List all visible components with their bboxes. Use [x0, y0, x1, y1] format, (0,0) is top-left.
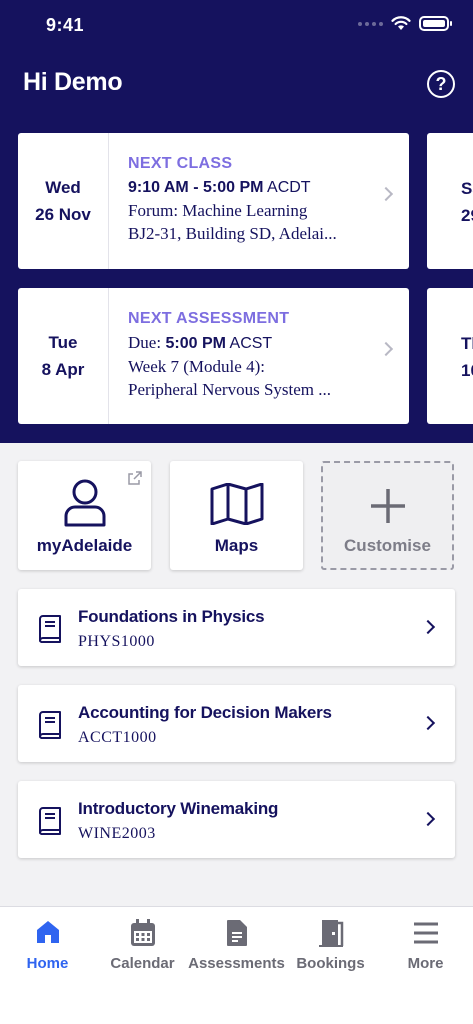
greeting-title: Hi Demo	[23, 68, 123, 96]
course-card[interactable]: Accounting for Decision Makers ACCT1000	[18, 685, 455, 762]
next-class-title: Forum: Machine Learning	[128, 201, 308, 220]
status-time: 9:41	[46, 15, 85, 35]
tab-bar: Home Calendar Assessments Bookings More	[0, 906, 473, 1024]
next-class-kind: NEXT CLASS	[128, 155, 233, 172]
next-assessment-peek-card[interactable]: Th 10 A	[427, 288, 473, 424]
next-assessment-subtitle: Peripheral Nervous System ...	[128, 380, 332, 399]
next-assessment-time: 5:00 PM	[165, 335, 226, 352]
peek-day: Th	[461, 334, 473, 353]
tab-label: More	[407, 955, 444, 972]
course-title: Foundations in Physics	[78, 607, 265, 626]
next-class-day: Wed	[45, 178, 81, 197]
book-icon	[39, 615, 61, 643]
course-code: ACCT1000	[78, 729, 157, 746]
tab-calendar[interactable]: Calendar	[95, 907, 190, 987]
signal-icon	[358, 21, 383, 26]
next-class-timezone: ACDT	[267, 179, 311, 196]
help-icon[interactable]: ?	[427, 70, 455, 98]
door-icon	[318, 920, 343, 947]
course-code: WINE2003	[78, 825, 156, 842]
next-assessment-title: Week 7 (Module 4):	[128, 357, 265, 376]
menu-icon	[413, 922, 438, 944]
tile-label: Maps	[214, 536, 259, 555]
peek-day: Sa	[461, 179, 473, 198]
home-icon	[36, 921, 59, 943]
tile-label: Customise	[344, 536, 431, 555]
plus-icon	[371, 489, 405, 523]
next-assessment-day: Tue	[48, 333, 78, 352]
book-icon	[39, 807, 61, 835]
next-assessment-info: NEXT ASSESSMENT Due: 5:00 PM ACST Week 7…	[109, 288, 409, 424]
calendar-icon	[130, 919, 155, 946]
next-class-location: BJ2-31, Building SD, Adelai...	[128, 224, 337, 243]
chevron-right-icon	[420, 811, 436, 827]
due-label: Due:	[128, 333, 162, 352]
tab-bookings[interactable]: Bookings	[283, 907, 378, 987]
next-assessment-date-text: 8 Apr	[41, 360, 85, 379]
customise-tile[interactable]: Customise	[321, 461, 454, 570]
maps-tile[interactable]: Maps	[170, 461, 303, 570]
tab-assessments[interactable]: Assessments	[188, 907, 285, 987]
course-card[interactable]: Introductory Winemaking WINE2003	[18, 781, 455, 858]
course-code: PHYS1000	[78, 633, 155, 650]
next-class-time-line: 9:10 AM - 5:00 PM ACDT	[128, 177, 409, 199]
tab-home[interactable]: Home	[0, 907, 95, 987]
next-class-date-text: 26 Nov	[35, 205, 91, 224]
next-class-info: NEXT CLASS 9:10 AM - 5:00 PM ACDT Forum:…	[109, 133, 409, 269]
status-bar: 9:41	[0, 0, 473, 50]
person-icon	[64, 479, 106, 527]
course-card[interactable]: Foundations in Physics PHYS1000	[18, 589, 455, 666]
course-title: Introductory Winemaking	[78, 799, 279, 818]
peek-date: 29 I	[461, 206, 473, 225]
next-assessment-timezone: ACST	[229, 335, 273, 352]
next-assessment-kind: NEXT ASSESSMENT	[128, 310, 290, 327]
next-class-date: Wed 26 Nov	[18, 133, 109, 269]
tile-label: myAdelaide	[36, 536, 133, 555]
next-class-card[interactable]: Wed 26 Nov NEXT CLASS 9:10 AM - 5:00 PM …	[18, 133, 409, 269]
document-icon	[226, 920, 247, 946]
battery-icon	[419, 16, 452, 31]
header-panel: 9:41 Hi Demo ? Wed 26 Nov NEXT CLASS 9:1…	[0, 0, 473, 443]
status-icons	[358, 16, 452, 31]
tab-more[interactable]: More	[378, 907, 473, 987]
course-title: Accounting for Decision Makers	[78, 703, 332, 722]
next-class-time: 9:10 AM - 5:00 PM	[128, 179, 264, 196]
chevron-right-icon	[420, 619, 436, 635]
next-assessment-due-line: Due: 5:00 PM ACST	[128, 332, 409, 355]
chevron-right-icon	[420, 715, 436, 731]
peek-date: 10 A	[461, 361, 473, 380]
external-link-icon	[128, 471, 142, 485]
book-icon	[39, 711, 61, 739]
myadelaide-tile[interactable]: myAdelaide	[18, 461, 151, 570]
next-class-peek-card[interactable]: Sa 29 I	[427, 133, 473, 269]
next-assessment-date: Tue 8 Apr	[18, 288, 109, 424]
wifi-icon	[391, 16, 411, 30]
map-icon	[210, 483, 264, 525]
next-assessment-card[interactable]: Tue 8 Apr NEXT ASSESSMENT Due: 5:00 PM A…	[18, 288, 409, 424]
